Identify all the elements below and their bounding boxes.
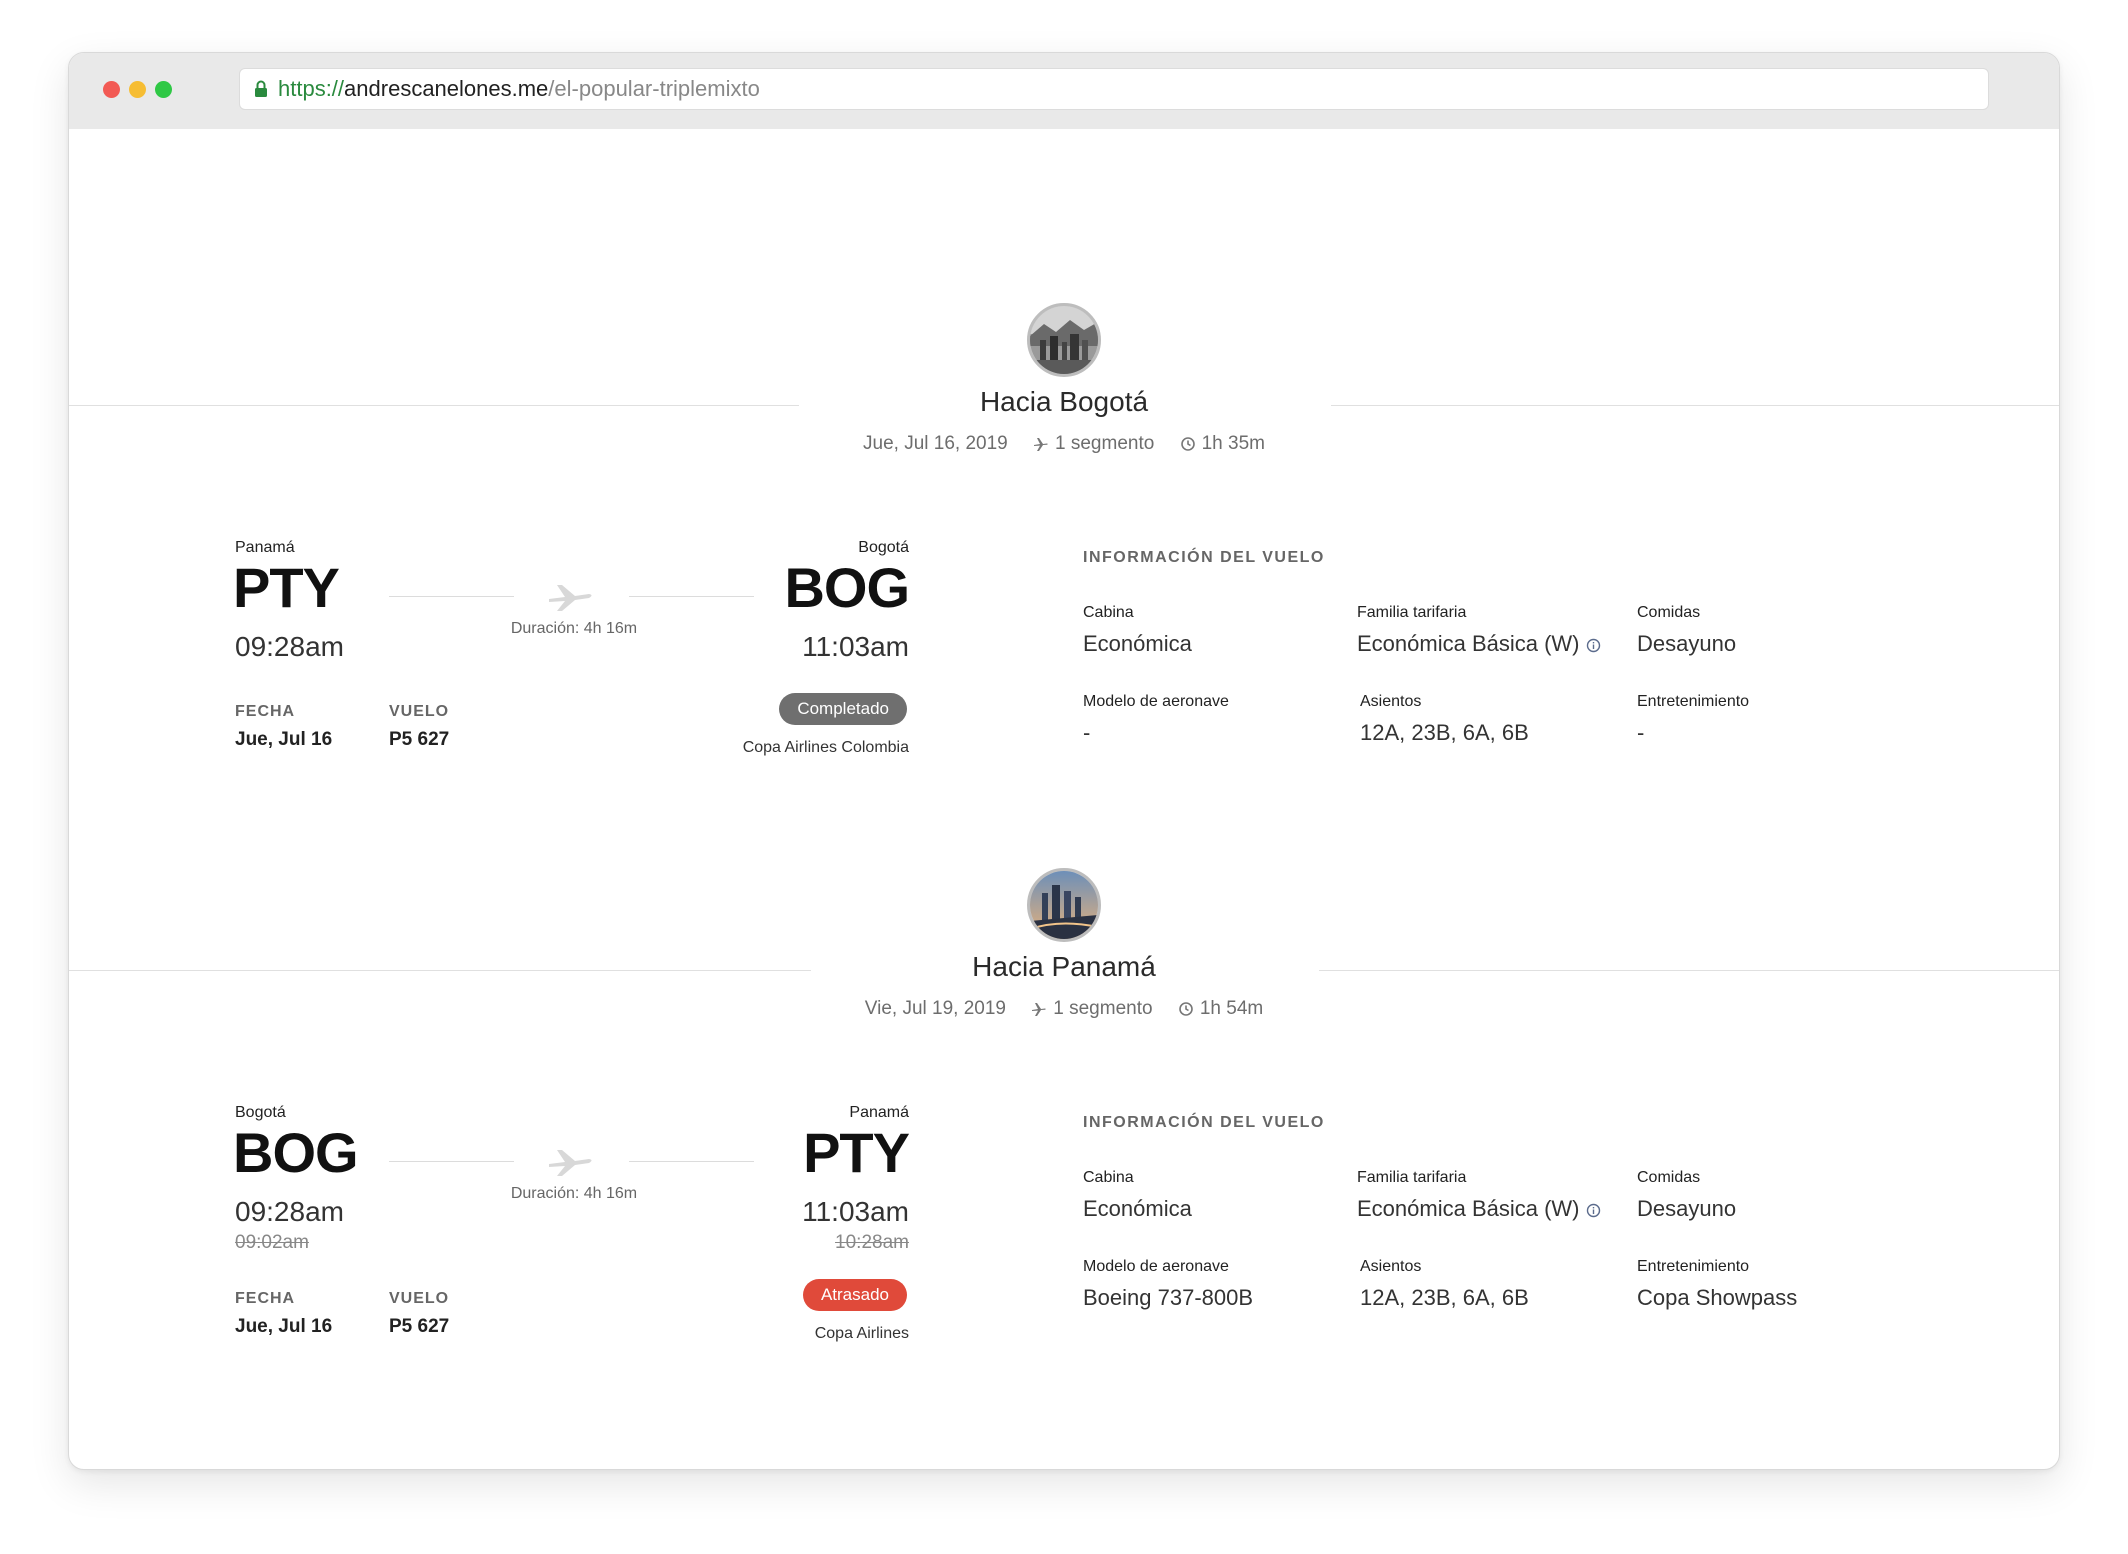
- route-line: [389, 1161, 514, 1162]
- trip-total-duration: 1h 54m: [1199, 998, 1264, 1019]
- destination-avatar: [1027, 303, 1101, 377]
- trip-total-duration: 1h 35m: [1201, 433, 1265, 454]
- cabin-label: Cabina: [1083, 604, 1134, 621]
- fare-family-label: Familia tarifaria: [1357, 604, 1467, 621]
- destination-time: 11:03am: [802, 1196, 909, 1227]
- trip-date: Vie, Jul 19, 2019: [864, 998, 1006, 1020]
- flight-value: P5 627: [389, 1316, 450, 1337]
- cabin-value: Económica: [1083, 1196, 1192, 1221]
- meals-value: Desayuno: [1637, 631, 1737, 656]
- city-photo-icon: [1030, 306, 1098, 374]
- trip-duration-wrap: 1h 35m: [1180, 433, 1265, 455]
- seats-label: Asientos: [1360, 1258, 1422, 1275]
- seats-value: 12A, 23B, 6A, 6B: [1360, 1285, 1529, 1310]
- plane-icon: [1032, 1003, 1047, 1016]
- aircraft-label: Modelo de aeronave: [1083, 1258, 1229, 1275]
- fare-family-label: Familia tarifaria: [1357, 1169, 1467, 1186]
- maximize-window-button[interactable]: [155, 81, 172, 98]
- destination-code: BOG: [784, 556, 910, 619]
- url-path: /el-popular-triplemixto: [548, 76, 760, 101]
- origin-code: PTY: [233, 556, 340, 619]
- flight-duration: Duración: 4h 16m: [510, 620, 638, 637]
- city-photo-icon: [1030, 871, 1098, 939]
- trip-meta: Jue, Jul 16, 2019 1 segmento 1h 35m: [69, 433, 2059, 455]
- trip-segments: 1 segmento: [1053, 998, 1153, 1019]
- browser-titlebar: https:// andrescanelones.me /el-popular-…: [69, 53, 2059, 129]
- airline-name: Copa Airlines: [814, 1325, 909, 1342]
- fare-family-value: Económica Básica (W): [1357, 631, 1580, 656]
- status-badge: Atrasado: [802, 1279, 907, 1311]
- trip-date: Jue, Jul 16, 2019: [863, 433, 1008, 455]
- url-host: andrescanelones.me: [344, 76, 549, 101]
- destination-avatar: [1027, 868, 1101, 942]
- close-window-button[interactable]: [103, 81, 120, 98]
- route-plane-icon: [549, 1150, 592, 1176]
- fare-family-value: Económica Básica (W): [1357, 1196, 1580, 1221]
- origin-time: 09:28am: [235, 1196, 344, 1227]
- trip-title: Hacia Panamá: [972, 951, 1156, 982]
- destination-code: PTY: [803, 1121, 910, 1184]
- meals-label: Comidas: [1637, 604, 1701, 621]
- destination-time: 11:03am: [802, 631, 909, 662]
- trip-duration-wrap: 1h 54m: [1178, 998, 1263, 1020]
- origin-time: 09:28am: [235, 631, 344, 662]
- trip-segments-wrap: 1 segmento: [1033, 433, 1154, 455]
- trip-meta: Vie, Jul 19, 2019 1 segmento 1h 54m: [69, 998, 2059, 1020]
- meals-label: Comidas: [1637, 1169, 1701, 1186]
- cabin-label: Cabina: [1083, 1169, 1134, 1186]
- aircraft-value: Boeing 737-800B: [1083, 1285, 1254, 1310]
- trip-segments-wrap: 1 segmento: [1031, 998, 1153, 1020]
- browser-window: https:// andrescanelones.me /el-popular-…: [68, 52, 2060, 1470]
- date-value: Jue, Jul 16: [235, 1316, 333, 1337]
- flight-duration: Duración: 4h 16m: [510, 1185, 638, 1202]
- origin-time-original: 09:02am: [235, 1232, 309, 1253]
- minimize-window-button[interactable]: [129, 81, 146, 98]
- meals-value: Desayuno: [1637, 1196, 1737, 1221]
- trip-section-return: Hacia Panamá Vie, Jul 19, 2019 1 segment…: [69, 693, 2059, 1342]
- address-bar[interactable]: https:// andrescanelones.me /el-popular-…: [239, 68, 1989, 110]
- clock-icon: [1180, 437, 1195, 451]
- flight-info-heading: INFORMACIÓN DEL VUELO: [1083, 549, 1325, 566]
- date-label: FECHA: [235, 1290, 296, 1307]
- info-icon[interactable]: [1586, 1203, 1601, 1218]
- entertainment-label: Entretenimiento: [1637, 1258, 1750, 1275]
- cabin-value: Económica: [1083, 631, 1192, 656]
- fare-family-wrap: Económica Básica (W): [1357, 631, 1601, 657]
- itinerary-content: Hacia Bogotá Jue, Jul 16, 2019 1 segment…: [69, 129, 2059, 1469]
- flight-info-heading: INFORMACIÓN DEL VUELO: [1083, 1114, 1325, 1131]
- fare-family-wrap: Económica Básica (W): [1357, 1196, 1601, 1222]
- clock-icon: [1179, 1002, 1193, 1016]
- destination-time-original: 10:28am: [835, 1232, 909, 1253]
- trip-title: Hacia Bogotá: [979, 386, 1149, 417]
- entertainment-value: Copa Showpass: [1637, 1285, 1798, 1310]
- route-line: [389, 596, 514, 597]
- url-scheme: https://: [278, 76, 345, 101]
- plane-icon: [1034, 438, 1048, 451]
- route-plane-icon: [549, 585, 592, 611]
- flight-label: VUELO: [389, 1290, 450, 1307]
- trip-segments: 1 segmento: [1055, 433, 1155, 454]
- lock-icon: [255, 80, 267, 97]
- trip-section-outbound: Hacia Bogotá Jue, Jul 16, 2019 1 segment…: [69, 129, 2059, 756]
- info-icon[interactable]: [1586, 638, 1601, 653]
- origin-code: BOG: [233, 1121, 359, 1184]
